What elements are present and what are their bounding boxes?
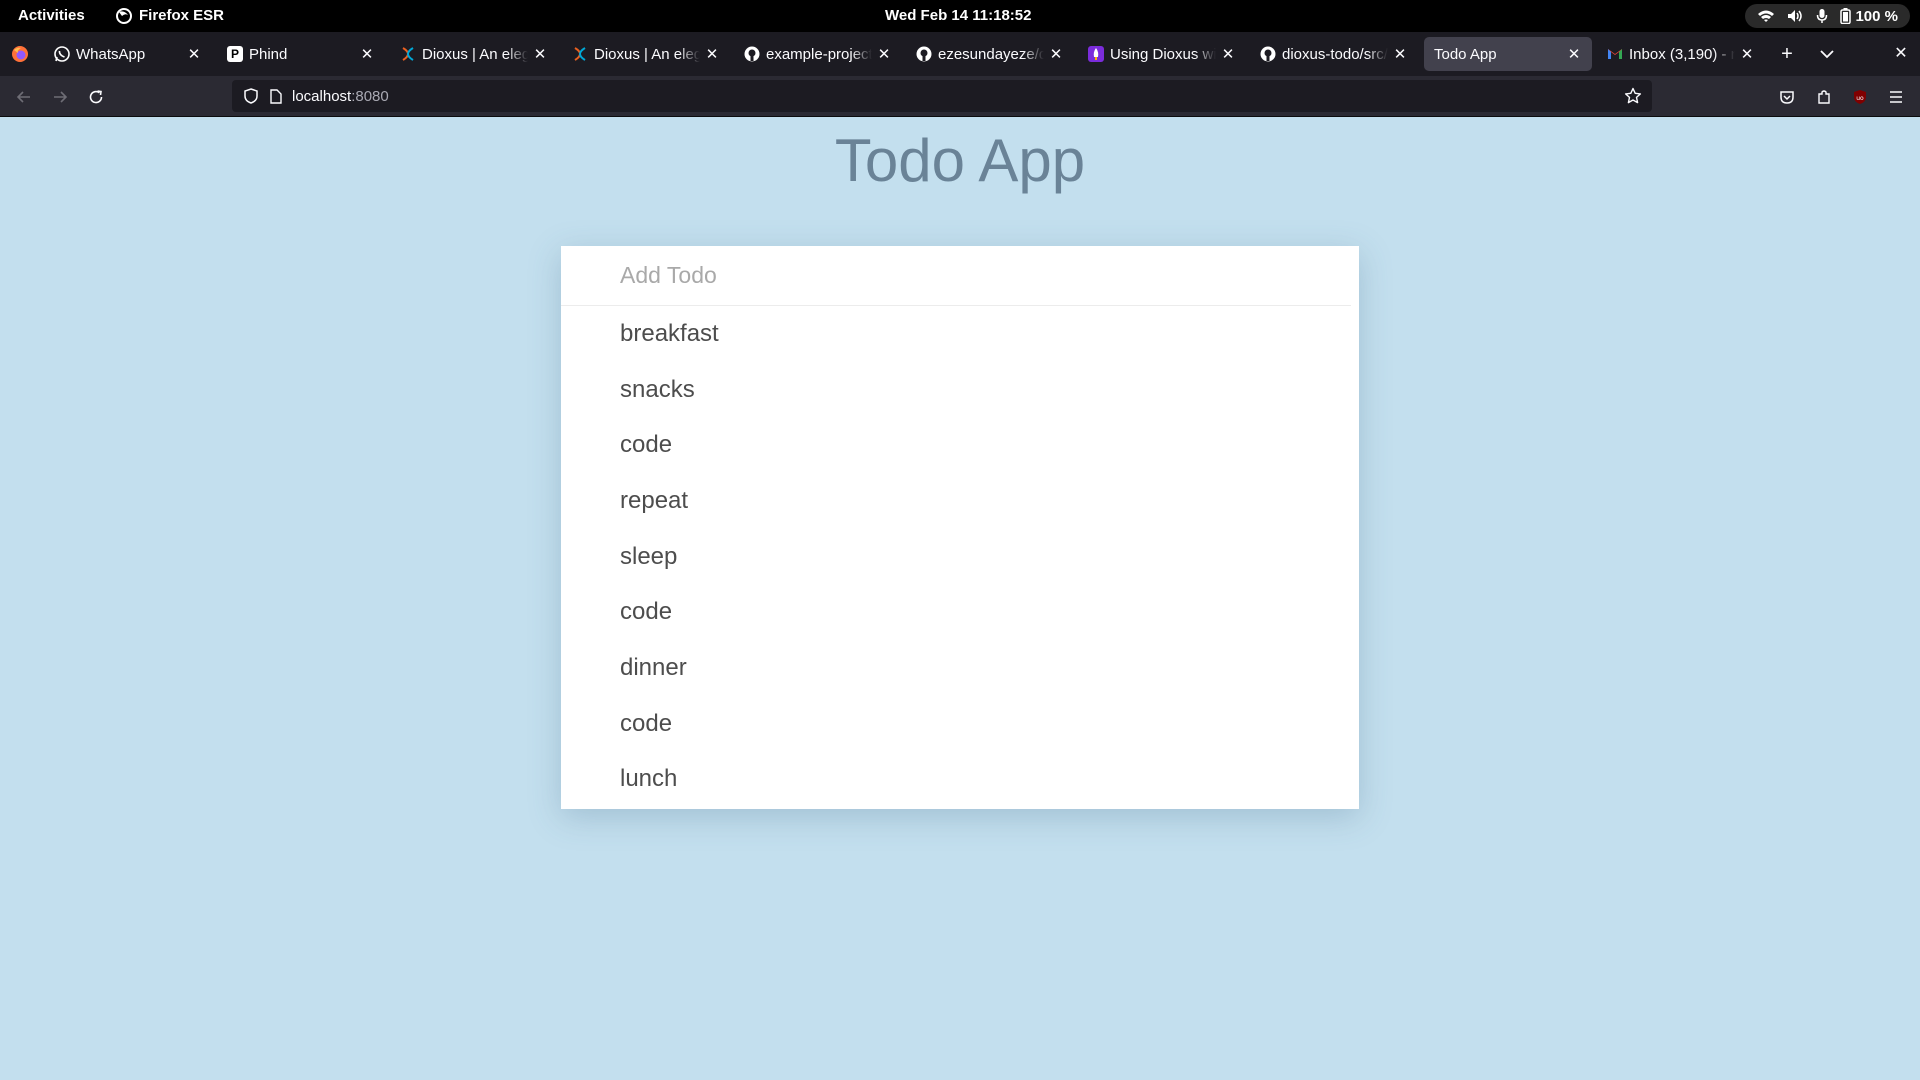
url-host: localhost bbox=[292, 87, 352, 105]
extensions-button[interactable] bbox=[1811, 84, 1837, 110]
tab-ezesundayeze[interactable]: ezesundayeze/dioxus ✕ bbox=[906, 37, 1074, 71]
tab-title: WhatsApp bbox=[76, 45, 146, 63]
tab-title: Todo App bbox=[1434, 45, 1497, 63]
todo-list: breakfast snacks code repeat sleep code … bbox=[561, 306, 1359, 807]
tab-title: Dioxus | An elegant bbox=[422, 45, 528, 63]
tab-using-dioxus[interactable]: Using Dioxus with ✕ bbox=[1078, 37, 1246, 71]
tab-title: Dioxus | An elegant bbox=[594, 45, 700, 63]
navigation-toolbar: localhost:8080 uo bbox=[0, 76, 1920, 117]
chevron-down-icon bbox=[1820, 50, 1834, 59]
tab-whatsapp[interactable]: WhatsApp ✕ bbox=[44, 37, 212, 71]
url-text[interactable]: localhost:8080 bbox=[292, 88, 389, 105]
tab-close-icon[interactable]: ✕ bbox=[1566, 45, 1582, 63]
bookmark-star-icon[interactable] bbox=[1624, 87, 1642, 105]
github-icon bbox=[744, 46, 760, 62]
list-all-tabs-button[interactable] bbox=[1815, 42, 1839, 66]
tab-close-icon[interactable]: ✕ bbox=[1048, 45, 1064, 63]
todo-item[interactable]: code bbox=[561, 584, 1359, 640]
app-menu[interactable]: Firefox ESR bbox=[116, 7, 224, 24]
tab-close-icon[interactable]: ✕ bbox=[1392, 45, 1408, 63]
add-todo-input[interactable] bbox=[561, 246, 1351, 306]
ublock-origin-icon: uo bbox=[1854, 90, 1866, 104]
back-button[interactable] bbox=[11, 84, 37, 110]
tab-title: Phind bbox=[249, 45, 288, 63]
todo-item[interactable]: dinner bbox=[561, 640, 1359, 696]
volume-icon bbox=[1788, 10, 1803, 22]
arrow-right-icon bbox=[54, 91, 68, 103]
url-bar[interactable]: localhost:8080 bbox=[232, 80, 1652, 112]
tab-close-icon[interactable]: ✕ bbox=[186, 45, 202, 63]
ublock-origin-button[interactable]: uo bbox=[1847, 84, 1873, 110]
battery-percent: 100 % bbox=[1855, 7, 1898, 25]
activities-button[interactable]: Activities bbox=[18, 7, 85, 24]
todo-card: breakfast snacks code repeat sleep code … bbox=[561, 246, 1359, 809]
wifi-icon bbox=[1758, 10, 1775, 22]
tab-close-icon[interactable]: ✕ bbox=[359, 45, 375, 63]
tab-dioxus-2[interactable]: Dioxus | An elegant ✕ bbox=[562, 37, 730, 71]
dioxus-icon bbox=[400, 46, 416, 62]
firefox-view-icon[interactable] bbox=[11, 45, 29, 63]
microphone-icon bbox=[1817, 9, 1828, 23]
pocket-button[interactable] bbox=[1774, 84, 1800, 110]
forward-button[interactable] bbox=[47, 84, 73, 110]
tab-phind[interactable]: P Phind ✕ bbox=[217, 37, 385, 71]
tab-title: ezesundayeze/dioxus bbox=[938, 45, 1044, 63]
pocket-icon bbox=[1780, 91, 1794, 104]
firefox-app-icon bbox=[116, 7, 132, 24]
url-port: :8080 bbox=[351, 87, 389, 105]
todo-item[interactable]: breakfast bbox=[561, 306, 1359, 362]
todo-item[interactable]: repeat bbox=[561, 473, 1359, 529]
github-icon bbox=[916, 46, 932, 62]
tab-todo-app[interactable]: Todo App ✕ bbox=[1424, 37, 1592, 71]
tab-close-icon[interactable]: ✕ bbox=[1739, 45, 1755, 63]
whatsapp-icon bbox=[54, 46, 70, 62]
puzzle-icon bbox=[1818, 90, 1830, 104]
battery-icon bbox=[1840, 8, 1852, 24]
todo-item[interactable]: code bbox=[561, 696, 1359, 752]
tab-title: Using Dioxus with bbox=[1110, 45, 1216, 63]
tab-close-icon[interactable]: ✕ bbox=[1220, 45, 1236, 63]
gmail-icon bbox=[1607, 46, 1623, 62]
tab-title: dioxus-todo/src/m bbox=[1282, 45, 1388, 63]
tab-title: Inbox (3,190) - ni bbox=[1629, 45, 1735, 63]
tab-dioxus-1[interactable]: Dioxus | An elegant ✕ bbox=[390, 37, 558, 71]
arrow-left-icon bbox=[16, 91, 30, 103]
todo-item[interactable]: snacks bbox=[561, 362, 1359, 418]
tab-example-projects[interactable]: example-projects ✕ bbox=[734, 37, 902, 71]
tab-close-icon[interactable]: ✕ bbox=[704, 45, 720, 63]
tab-close-icon[interactable]: ✕ bbox=[876, 45, 892, 63]
todo-item[interactable]: lunch bbox=[561, 752, 1359, 808]
system-menu[interactable]: 100 % bbox=[1745, 4, 1910, 28]
new-tab-button[interactable]: + bbox=[1775, 42, 1799, 66]
tab-strip: WhatsApp ✕ P Phind ✕ Dioxus | An elegant… bbox=[0, 32, 1920, 76]
system-top-bar: Activities Firefox ESR Wed Feb 14 11:18:… bbox=[0, 0, 1920, 32]
menu-button[interactable] bbox=[1883, 84, 1909, 110]
hamburger-menu-icon bbox=[1890, 91, 1902, 103]
dioxus-icon bbox=[572, 46, 588, 62]
tab-inbox[interactable]: Inbox (3,190) - ni ✕ bbox=[1597, 37, 1765, 71]
page-icon[interactable] bbox=[270, 88, 282, 104]
shield-icon[interactable] bbox=[244, 88, 258, 104]
tab-close-icon[interactable]: ✕ bbox=[532, 45, 548, 63]
reload-icon bbox=[89, 90, 103, 104]
reload-button[interactable] bbox=[83, 84, 109, 110]
rocket-icon bbox=[1088, 46, 1104, 62]
page-title: Todo App bbox=[834, 127, 1086, 194]
tab-dioxus-todo[interactable]: dioxus-todo/src/m ✕ bbox=[1250, 37, 1418, 71]
todo-item[interactable]: code bbox=[561, 417, 1359, 473]
tab-title: example-projects bbox=[766, 45, 872, 63]
close-window-button[interactable]: ✕ bbox=[1889, 42, 1913, 66]
github-icon bbox=[1260, 46, 1276, 62]
clock[interactable]: Wed Feb 14 11:18:52 bbox=[885, 7, 1031, 24]
svg-text:uo: uo bbox=[1856, 95, 1864, 102]
app-name: Firefox ESR bbox=[139, 7, 225, 24]
phind-icon: P bbox=[227, 46, 243, 62]
todo-item[interactable]: sleep bbox=[561, 529, 1359, 585]
